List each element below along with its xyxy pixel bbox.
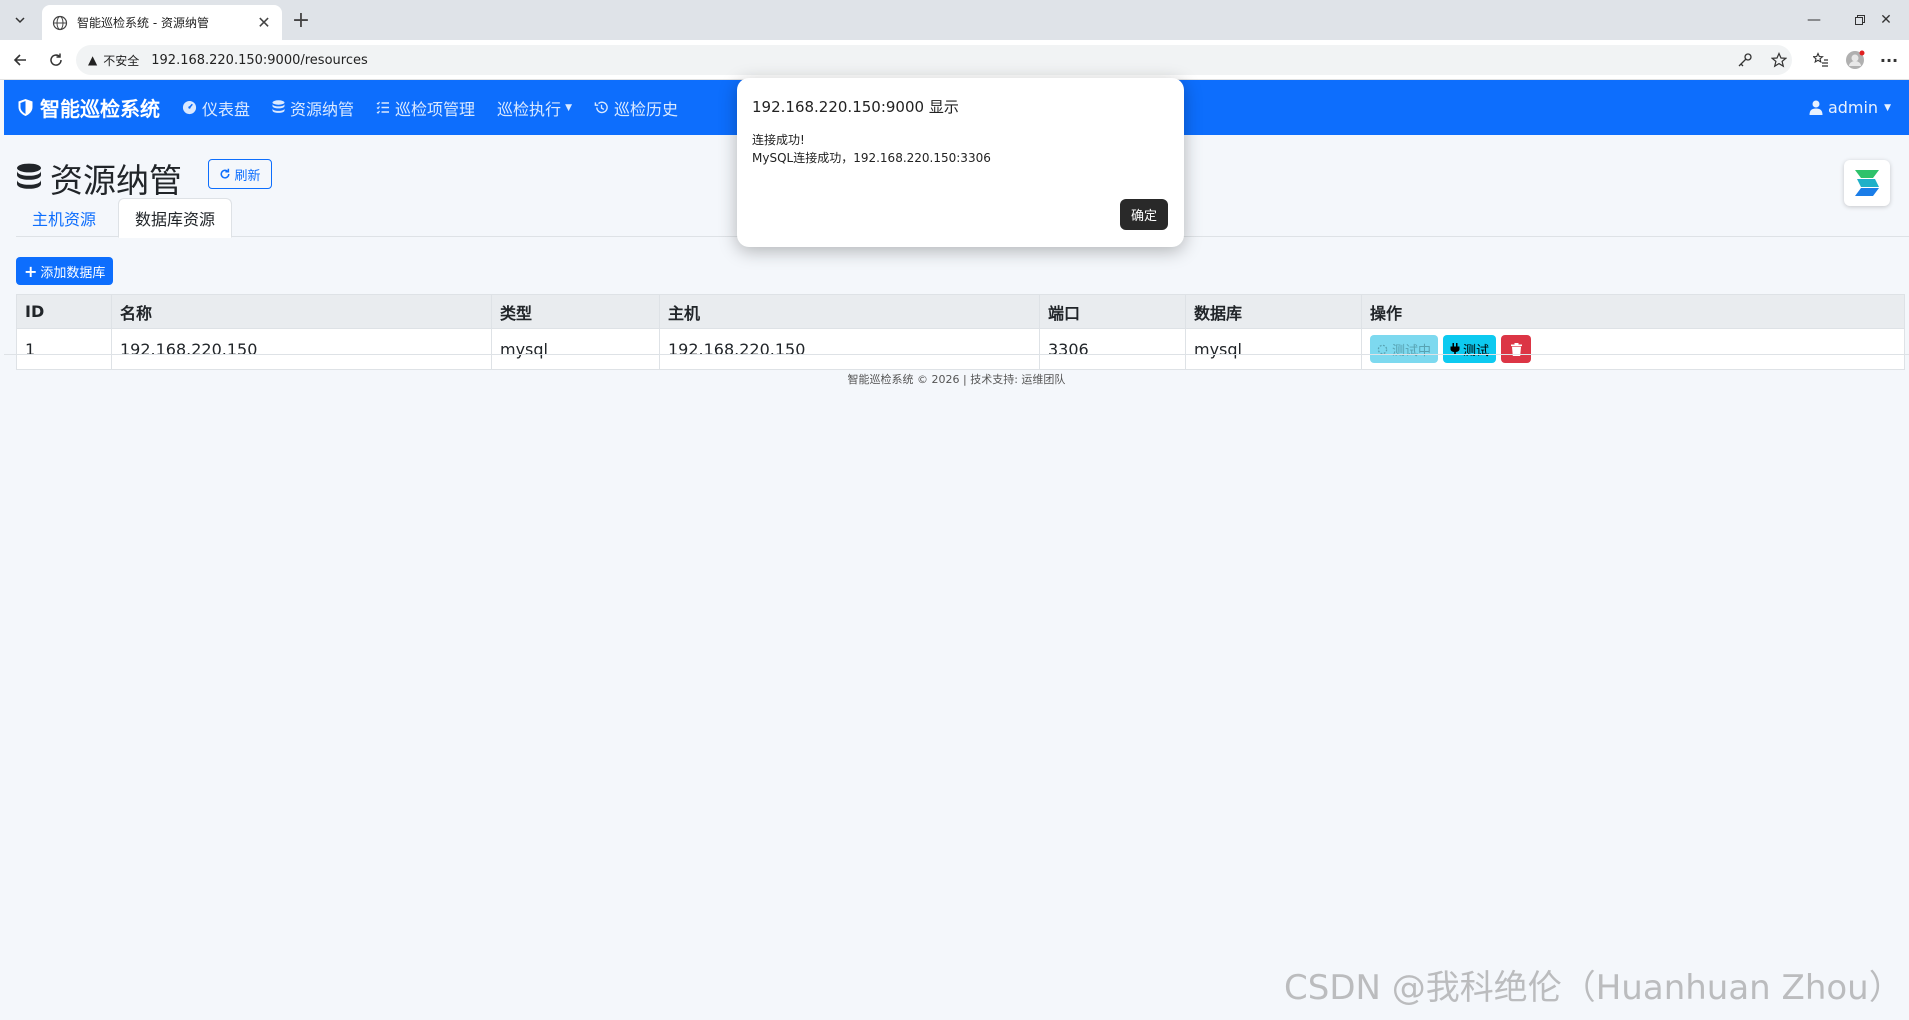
testing-label: 测试中	[1392, 343, 1432, 359]
address-bar[interactable]: ▲ 不安全 192.168.220.150:9000/resources	[76, 45, 1792, 75]
user-menu[interactable]: admin ▼	[1809, 80, 1891, 135]
assistant-widget[interactable]	[1844, 160, 1890, 206]
dashboard-icon	[182, 100, 197, 115]
brand-name: 智能巡检系统	[40, 97, 160, 121]
watermark: CSDN @我科绝伦（Huanhuan Zhou）	[1284, 968, 1903, 1008]
col-host: 主机	[659, 294, 1040, 329]
refresh-label: 刷新	[234, 168, 261, 184]
col-actions: 操作	[1361, 294, 1905, 329]
col-type: 类型	[491, 294, 660, 329]
col-port: 端口	[1039, 294, 1186, 329]
page-title: 资源纳管	[16, 154, 182, 202]
footer-text: 智能巡检系统 © 2026 | 技术支持: 运维团队	[847, 373, 1066, 386]
tab-host-resources[interactable]: 主机资源	[16, 198, 112, 238]
test-connection-button[interactable]: 测试	[1443, 335, 1497, 363]
caret-down-icon: ▼	[1884, 102, 1891, 113]
key-icon[interactable]	[1735, 50, 1755, 70]
database-table: ID 名称 类型 主机 端口 数据库 操作 1 192.168.220.150 …	[16, 294, 1905, 370]
nav-execution-label: 巡检执行	[497, 99, 562, 119]
nav-dashboard[interactable]: 仪表盘	[182, 96, 250, 120]
cell-actions: 测试中 测试	[1361, 328, 1905, 370]
cell-host: 192.168.220.150	[659, 328, 1040, 370]
dialog-ok-button[interactable]: 确定	[1120, 199, 1168, 230]
user-name: admin	[1827, 98, 1879, 117]
list-icon	[376, 101, 390, 114]
minimize-icon[interactable]: —	[1791, 0, 1837, 40]
browser-tabstrip: 智能巡检系统 - 资源纳管 ✕ + — ✕	[0, 0, 1909, 40]
back-icon[interactable]	[8, 48, 32, 72]
cell-port: 3306	[1039, 328, 1186, 370]
database-icon	[272, 100, 285, 113]
cell-name: 192.168.220.150	[111, 328, 492, 370]
nav-resources[interactable]: 资源纳管	[272, 96, 354, 120]
dialog-title: 192.168.220.150:9000 显示	[752, 98, 959, 116]
url-text[interactable]: 192.168.220.150:9000/resources	[151, 53, 368, 68]
cell-database: mysql	[1185, 328, 1362, 370]
add-database-label: 添加数据库	[40, 265, 106, 281]
refresh-button[interactable]: 刷新	[208, 159, 272, 189]
history-icon	[594, 101, 608, 114]
profile-avatar-icon[interactable]	[1845, 50, 1865, 70]
add-database-button[interactable]: + 添加数据库	[16, 257, 114, 285]
close-window-icon[interactable]: ✕	[1863, 0, 1909, 40]
warning-icon[interactable]: ▲	[88, 53, 97, 67]
database-icon	[17, 163, 41, 189]
table-row: 1 192.168.220.150 mysql 192.168.220.150 …	[16, 328, 1905, 370]
cell-id: 1	[16, 328, 112, 370]
brand[interactable]: 智能巡检系统	[17, 93, 160, 122]
col-id: ID	[16, 294, 112, 329]
footer-divider	[4, 354, 1909, 355]
close-tab-icon[interactable]: ✕	[256, 13, 272, 32]
browser-toolbar: ▲ 不安全 192.168.220.150:9000/resources ···	[0, 40, 1909, 80]
page-title-text: 资源纳管	[50, 161, 182, 200]
nav-resources-label: 资源纳管	[290, 99, 355, 119]
tab-database-resources[interactable]: 数据库资源	[118, 198, 233, 238]
insecure-label[interactable]: 不安全	[103, 52, 139, 69]
caret-down-icon: ▼	[565, 102, 572, 113]
user-icon	[1809, 100, 1823, 115]
spinner-icon	[1377, 344, 1388, 354]
shield-icon	[18, 99, 33, 116]
reload-icon[interactable]	[44, 48, 68, 72]
col-name: 名称	[111, 294, 492, 329]
nav-history[interactable]: 巡检历史	[594, 96, 678, 120]
nav-dashboard-label: 仪表盘	[202, 99, 251, 119]
col-database: 数据库	[1185, 294, 1362, 329]
dialog-message-line1: 连接成功!	[752, 133, 805, 147]
nav-history-label: 巡检历史	[613, 99, 678, 119]
favorite-star-icon[interactable]	[1769, 50, 1789, 70]
nav-execution-dropdown[interactable]: 巡检执行 ▼	[497, 96, 572, 120]
tab-list-chevron-icon[interactable]	[8, 8, 32, 32]
refresh-icon	[221, 168, 230, 179]
more-options-icon[interactable]: ···	[1879, 50, 1899, 70]
nav-check-items-label: 巡检项管理	[395, 99, 476, 119]
browser-tab-active[interactable]: 智能巡检系统 - 资源纳管 ✕	[42, 5, 282, 40]
testing-button[interactable]: 测试中	[1370, 335, 1439, 363]
globe-icon	[52, 15, 68, 30]
favorites-list-icon[interactable]	[1811, 50, 1831, 70]
new-tab-icon[interactable]: +	[288, 7, 314, 33]
plus-icon: +	[24, 261, 38, 281]
table-header-row: ID 名称 类型 主机 端口 数据库 操作	[16, 294, 1905, 329]
browser-tab-title: 智能巡检系统 - 资源纳管	[77, 16, 209, 30]
alert-dialog: 192.168.220.150:9000 显示 连接成功! MySQL连接成功，…	[737, 78, 1184, 247]
nav-check-items[interactable]: 巡检项管理	[376, 96, 475, 120]
assistant-logo-icon	[1855, 170, 1879, 196]
delete-button[interactable]	[1501, 335, 1532, 363]
cell-type: mysql	[491, 328, 660, 370]
dialog-message-line2: MySQL连接成功，192.168.220.150:3306	[752, 151, 991, 165]
test-label: 测试	[1463, 343, 1490, 359]
